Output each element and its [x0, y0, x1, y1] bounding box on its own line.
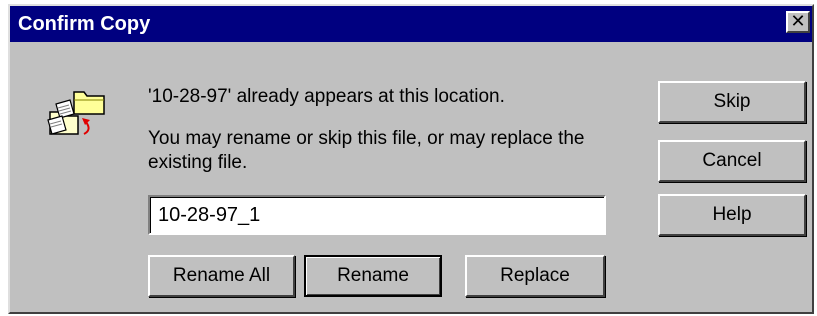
confirm-copy-dialog: Confirm Copy ✕ '10-28-97' already appear…: [8, 4, 814, 314]
help-button[interactable]: Help: [658, 194, 806, 236]
rename-button[interactable]: Rename: [304, 255, 442, 297]
file-copy-conflict-icon: [44, 82, 110, 148]
replace-button[interactable]: Replace: [465, 255, 605, 297]
new-name-input[interactable]: [148, 195, 606, 235]
title-bar[interactable]: Confirm Copy ✕: [10, 6, 812, 42]
window-title: Confirm Copy: [18, 13, 151, 35]
skip-button[interactable]: Skip: [658, 81, 806, 123]
rename-all-button[interactable]: Rename All: [148, 255, 295, 297]
instruction-message: You may rename or skip this file, or may…: [148, 128, 585, 173]
conflict-message: '10-28-97' already appears at this locat…: [148, 86, 505, 107]
cancel-button[interactable]: Cancel: [658, 140, 806, 182]
close-button[interactable]: ✕: [786, 11, 810, 33]
